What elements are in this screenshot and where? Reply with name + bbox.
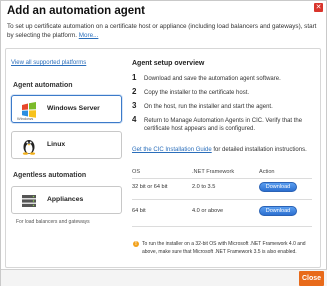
step-item: 4 Return to Manage Automation Agents in … [132, 115, 317, 133]
download-button[interactable]: Download [259, 206, 297, 216]
appliance-rack-icon [22, 195, 36, 207]
linux-penguin-icon [22, 140, 36, 155]
warning-text: To run the installer on a 32-bit OS with… [142, 241, 306, 256]
dialog-footer [1, 269, 327, 286]
platform-label: Appliances [47, 196, 84, 203]
platform-appliances[interactable]: Appliances [11, 186, 122, 214]
table-cell-os: 64 bit [132, 208, 146, 214]
table-divider [132, 226, 312, 227]
intro-description: To set up certificate automation on a ce… [7, 23, 317, 39]
step-text: On the host, run the installer and start… [144, 104, 273, 110]
installation-guide-text: Get the CIC Installation Guide for detai… [132, 146, 312, 154]
intro-text: To set up certificate automation on a ce… [7, 23, 319, 41]
agent-automation-heading: Agent automation [13, 82, 73, 89]
step-item: 3 On the host, run the installer and sta… [132, 101, 317, 111]
table-cell-net: 4.0 or above [192, 208, 224, 214]
step-number: 4 [132, 115, 137, 124]
download-button[interactable]: Download [259, 182, 297, 192]
close-icon[interactable]: ✕ [314, 3, 323, 12]
table-header-action: Action [259, 169, 275, 175]
table-cell-net: 2.0 to 3.5 [192, 184, 216, 190]
setup-overview-title: Agent setup overview [132, 60, 205, 67]
view-all-platforms-link[interactable]: View all supported platforms [11, 60, 86, 66]
platform-sublabel: Windows [17, 116, 34, 121]
step-text: Return to Manage Automation Agents in CI… [144, 118, 303, 132]
installation-guide-link[interactable]: Get the CIC Installation Guide [132, 147, 212, 153]
step-item: 1 Download and save the automation agent… [132, 73, 317, 83]
table-cell-os: 32 bit or 64 bit [132, 184, 168, 190]
platform-label: Linux [47, 141, 66, 148]
step-number: 3 [132, 101, 137, 110]
platform-windows-server[interactable]: Windows Server Windows [11, 95, 122, 123]
more-link[interactable]: More... [79, 32, 99, 39]
table-header-net: .NET Framework [192, 169, 235, 175]
add-agent-dialog: Add an automation agent ✕ To set up cert… [0, 0, 327, 286]
appliance-note: For load balancers and gateways [16, 219, 90, 225]
agentless-automation-heading: Agentless automation [13, 172, 87, 179]
step-number: 1 [132, 73, 137, 82]
table-divider [132, 199, 312, 200]
table-header-os: OS [132, 169, 141, 175]
step-number: 2 [132, 87, 137, 96]
step-item: 2 Copy the installer to the certificate … [132, 87, 317, 97]
dialog-title: Add an automation agent [7, 5, 145, 17]
platform-linux[interactable]: Linux [11, 131, 122, 159]
step-text: Copy the installer to the certificate ho… [144, 90, 250, 96]
step-text: Download and save the automation agent s… [144, 76, 281, 82]
close-button[interactable]: Close [299, 271, 324, 286]
dotnet-warning: To run the installer on a 32-bit OS with… [132, 240, 312, 256]
table-divider [132, 178, 312, 179]
guide-description: for detailed installation instructions. [211, 147, 307, 153]
platform-label: Windows Server [47, 105, 100, 112]
